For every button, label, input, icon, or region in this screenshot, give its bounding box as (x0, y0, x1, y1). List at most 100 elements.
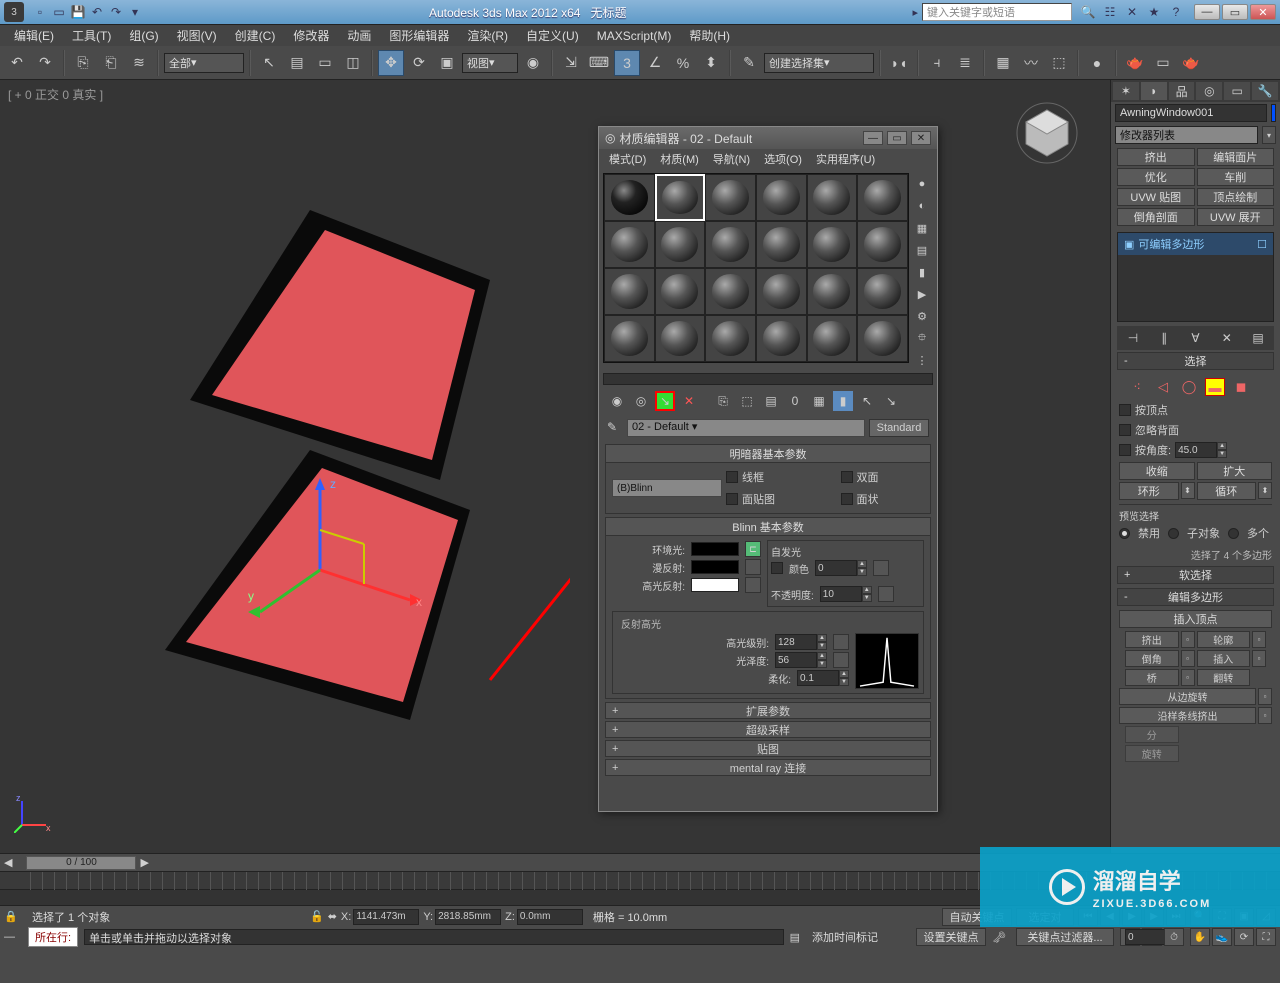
sample-slot[interactable] (655, 268, 706, 315)
sample-slot[interactable] (705, 221, 756, 268)
keyboard-shortcut-icon[interactable]: ⌨ (586, 50, 612, 76)
opt-bridge[interactable]: ▫ (1181, 669, 1195, 686)
specular-map-button[interactable] (745, 577, 761, 593)
opt-bevel[interactable]: ▫ (1181, 650, 1195, 667)
snaps-toggle-icon[interactable]: 3 (614, 50, 640, 76)
btn-inset[interactable]: 插入 (1197, 650, 1251, 667)
btn-edit-patch[interactable]: 编辑面片 (1197, 148, 1275, 166)
sample-slot[interactable] (756, 174, 807, 221)
chk-self-color[interactable] (771, 562, 783, 574)
element-level-icon[interactable]: ◼ (1231, 378, 1251, 396)
ring-spinner[interactable]: ⬍ (1181, 482, 1195, 499)
coord-x-input[interactable] (353, 909, 419, 925)
sample-slot[interactable] (756, 315, 807, 362)
align-icon[interactable]: ⫞ (924, 50, 950, 76)
btn-outline[interactable]: 轮廓 (1197, 631, 1251, 648)
pin-stack-icon[interactable]: ⊣ (1125, 330, 1141, 346)
sample-slot[interactable] (705, 315, 756, 362)
sample-slot[interactable] (807, 221, 858, 268)
menu-maxscript[interactable]: MAXScript(M) (589, 25, 680, 47)
redo-button[interactable]: ↷ (32, 50, 58, 76)
mat-menu-mode[interactable]: 模式(D) (603, 149, 652, 169)
ref-coord-dropdown[interactable]: 视图 ▾ (462, 53, 518, 73)
qat-dropdown-icon[interactable]: ▾ (127, 4, 143, 20)
close-button[interactable]: ✕ (1250, 4, 1276, 20)
btn-shrink[interactable]: 收缩 (1119, 462, 1195, 480)
glossiness-spinner[interactable]: ▲▼ (775, 652, 827, 668)
remove-modifier-icon[interactable]: ✕ (1219, 330, 1235, 346)
pivot-center-icon[interactable]: ◉ (520, 50, 546, 76)
self-illum-map-button[interactable] (873, 560, 889, 576)
btn-uvw-map[interactable]: UVW 贴图 (1117, 188, 1195, 206)
sample-slot[interactable] (857, 174, 908, 221)
angle-spinner[interactable]: ▲▼ (1175, 442, 1227, 458)
diffuse-map-button[interactable] (745, 559, 761, 575)
opt-hinge[interactable]: ▫ (1258, 688, 1272, 705)
save-icon[interactable]: 💾 (70, 4, 86, 20)
sample-slot[interactable] (756, 268, 807, 315)
show-end-result-icon[interactable]: ▮ (833, 391, 853, 411)
subscription-icon[interactable]: ☷ (1102, 4, 1118, 20)
listener-icon[interactable]: — (4, 931, 22, 943)
comm-center-icon[interactable]: ▤ (790, 931, 800, 944)
show-end-result-icon[interactable]: ∥ (1156, 330, 1172, 346)
sample-slot[interactable] (807, 268, 858, 315)
btn-bridge[interactable]: 桥 (1125, 669, 1179, 686)
material-sample-grid[interactable] (603, 173, 909, 363)
exchange-icon[interactable]: ✕ (1124, 4, 1140, 20)
object-color-swatch[interactable] (1271, 104, 1276, 122)
sample-slot[interactable] (604, 174, 655, 221)
rollout-selection[interactable]: -选择 (1117, 352, 1274, 370)
modifier-stack[interactable]: ▣可编辑多边形☐ (1117, 232, 1274, 322)
spec-level-spinner[interactable]: ▲▼ (775, 634, 827, 650)
go-forward-icon[interactable]: ↘ (881, 391, 901, 411)
soften-spinner[interactable]: ▲▼ (797, 670, 849, 686)
nav-walk-icon[interactable]: 👟 (1212, 928, 1232, 946)
coord-z-input[interactable] (517, 909, 583, 925)
opt-inset[interactable]: ▫ (1252, 650, 1266, 667)
border-level-icon[interactable]: ◯ (1179, 378, 1199, 396)
mat-maximize-button[interactable]: ▭ (887, 131, 907, 145)
rollout-extended[interactable]: +扩展参数 (605, 702, 931, 719)
tab-hierarchy-icon[interactable]: 品 (1169, 82, 1195, 100)
chk-2sided[interactable] (841, 471, 853, 483)
maximize-button[interactable]: ▭ (1222, 4, 1248, 20)
spec-level-map-button[interactable] (833, 634, 849, 650)
new-icon[interactable]: ▫ (32, 4, 48, 20)
chk-faceted[interactable] (841, 493, 853, 505)
sample-slot[interactable] (857, 221, 908, 268)
chk-facemap[interactable] (726, 493, 738, 505)
menu-graph-editors[interactable]: 图形编辑器 (381, 25, 457, 47)
angle-snap-icon[interactable]: ∠ (642, 50, 668, 76)
mat-minimize-button[interactable]: — (863, 131, 883, 145)
current-frame-spinner[interactable]: ▲▼ (1142, 928, 1162, 946)
btn-flip[interactable]: 翻转 (1197, 669, 1251, 686)
assign-to-selection-button[interactable]: ↘ (655, 391, 675, 411)
material-editor-icon[interactable]: ● (1084, 50, 1110, 76)
redo-icon[interactable]: ↷ (108, 4, 124, 20)
radio-preview-subobj[interactable] (1168, 528, 1179, 539)
minimize-button[interactable]: — (1194, 4, 1220, 20)
menu-help[interactable]: 帮助(H) (681, 25, 738, 47)
rollout-mental-ray[interactable]: +mental ray 连接 (605, 759, 931, 776)
viewport-perspective[interactable]: [ + 0 正交 0 真实 ] z x y (0, 80, 1110, 853)
modifier-stack-item[interactable]: ▣可编辑多边形☐ (1118, 233, 1273, 255)
go-to-parent-icon[interactable]: ↖ (857, 391, 877, 411)
schematic-view-icon[interactable]: ⬚ (1046, 50, 1072, 76)
sample-slot[interactable] (857, 315, 908, 362)
chk-wireframe[interactable] (726, 471, 738, 483)
menu-customize[interactable]: 自定义(U) (518, 25, 587, 47)
rollout-edit-polygons[interactable]: -编辑多边形 (1117, 588, 1274, 606)
material-map-nav-icon[interactable]: ⋮ (913, 351, 931, 369)
make-preview-icon[interactable]: ▶ (913, 285, 931, 303)
time-slider-prev-icon[interactable]: ◀ (0, 856, 16, 869)
material-type-button[interactable]: Standard (869, 419, 929, 437)
render-production-icon[interactable]: 🫖 (1178, 50, 1204, 76)
chk-by-vertex[interactable] (1119, 404, 1131, 416)
sample-slot[interactable] (857, 268, 908, 315)
reset-map-icon[interactable]: ✕ (679, 391, 699, 411)
spinner-snap-icon[interactable]: ⬍ (698, 50, 724, 76)
time-slider-next-icon[interactable]: ▶ (136, 856, 152, 869)
sample-slot[interactable] (705, 174, 756, 221)
mat-close-button[interactable]: ✕ (911, 131, 931, 145)
